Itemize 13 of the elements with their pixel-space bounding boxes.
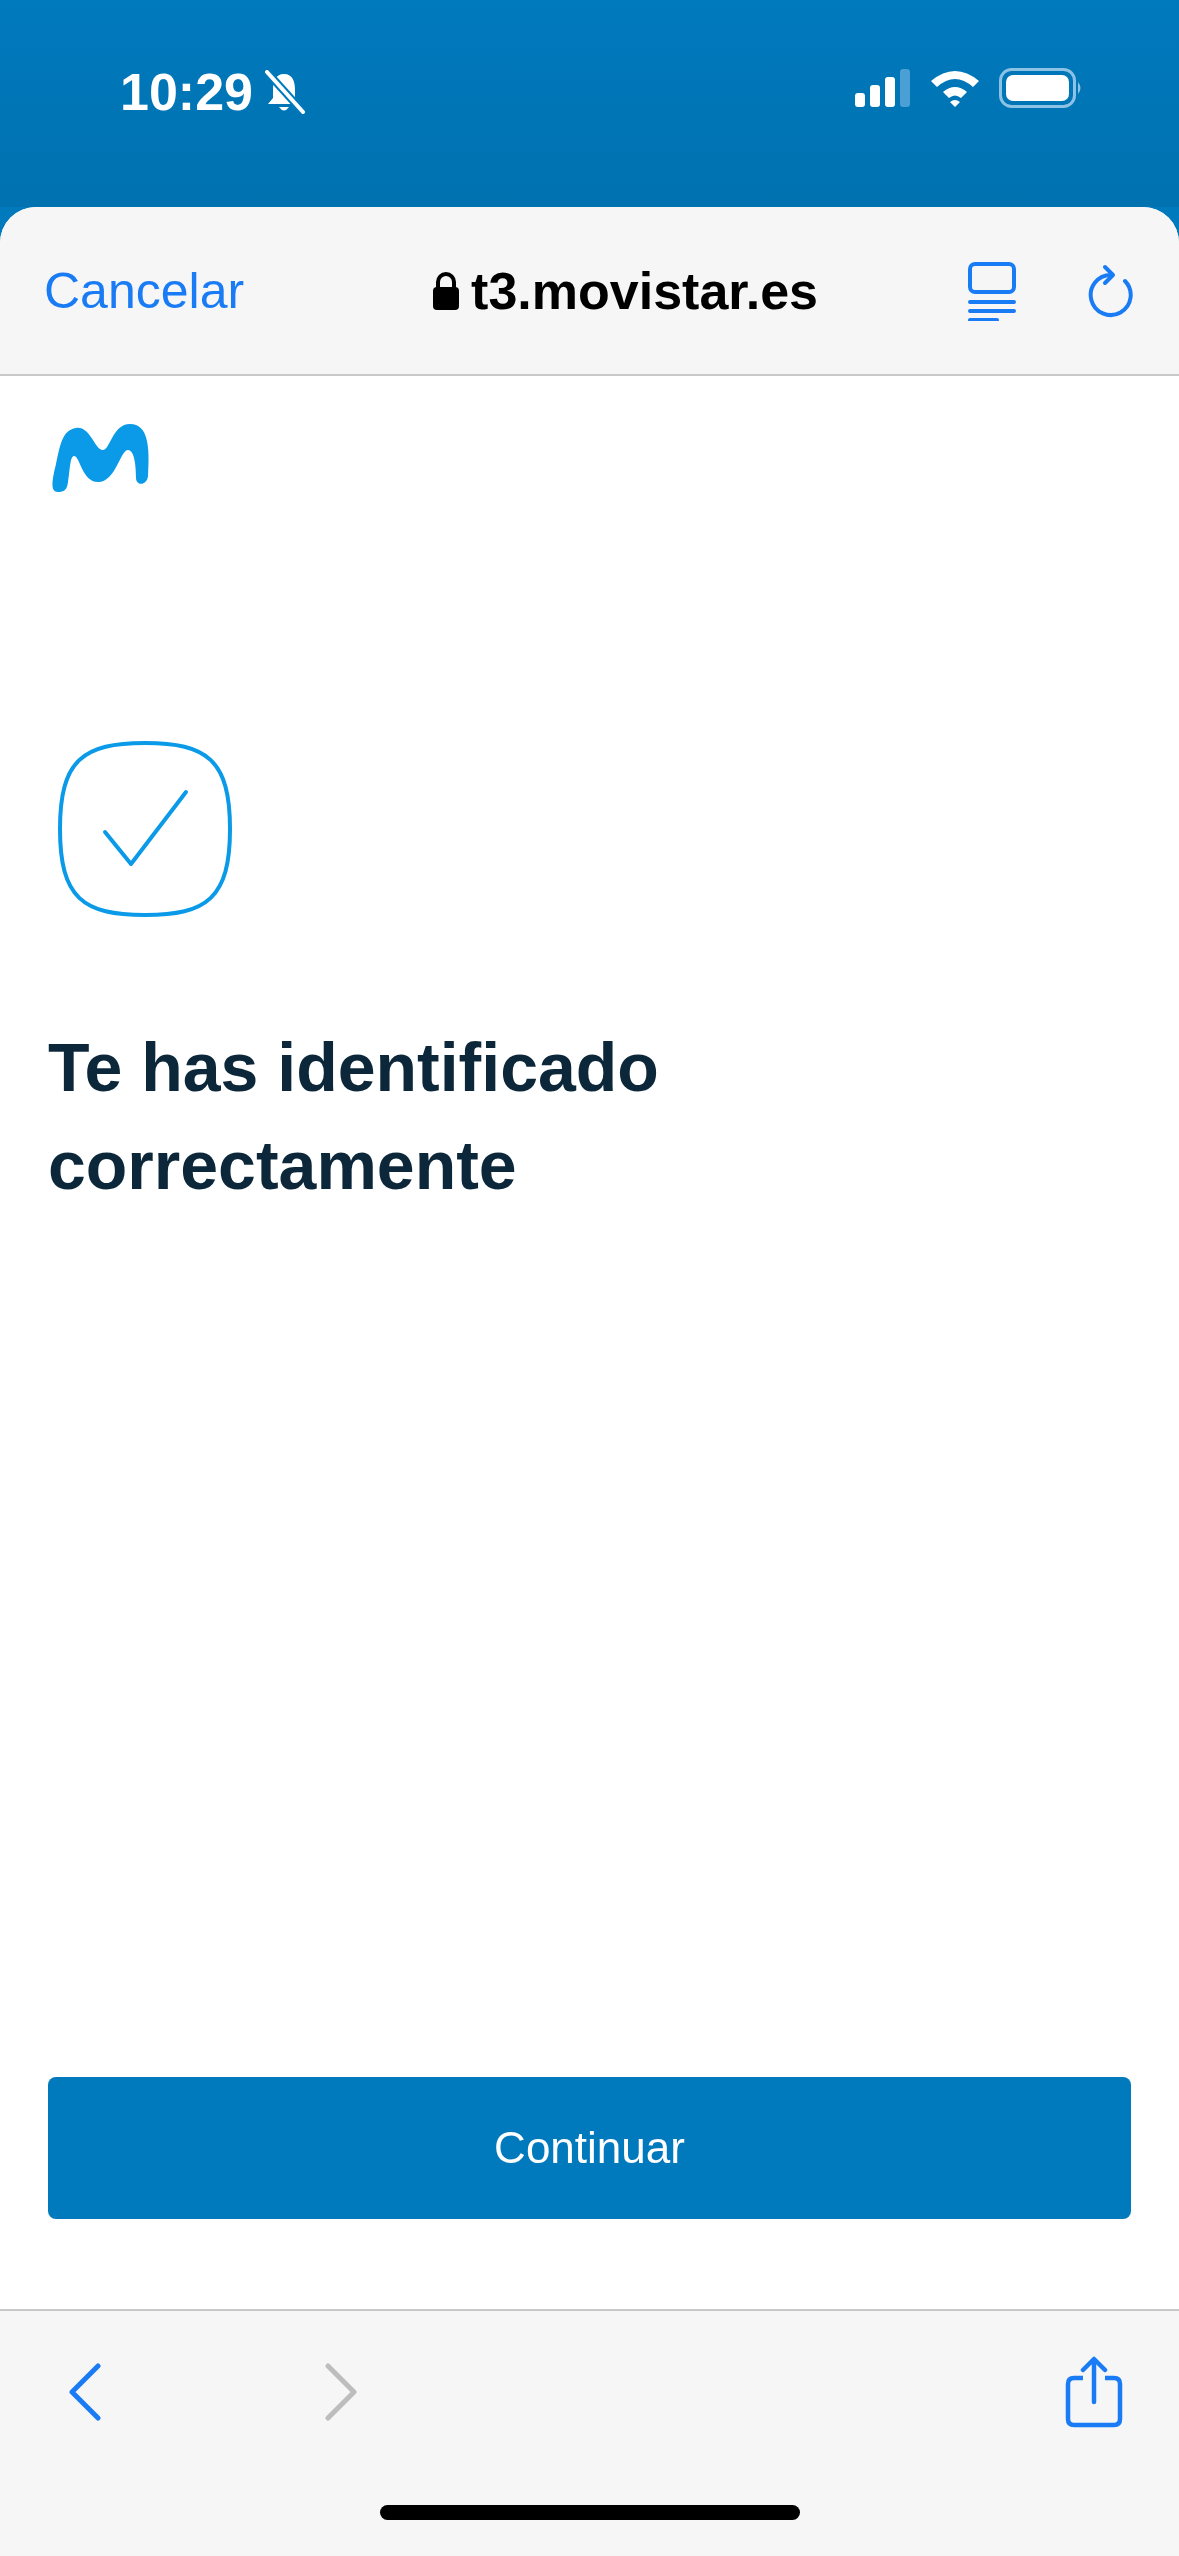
success-heading: Te has identificado correctamente — [48, 1028, 660, 1205]
back-icon[interactable] — [68, 2363, 102, 2421]
wifi-icon — [929, 69, 981, 107]
reader-icon[interactable] — [967, 260, 1017, 321]
signal-icon — [855, 69, 911, 107]
reload-icon[interactable] — [1087, 262, 1135, 319]
cancel-button[interactable]: Cancelar — [44, 261, 245, 320]
success-check-icon — [57, 740, 233, 918]
share-icon[interactable] — [1065, 2356, 1123, 2428]
battery-icon — [999, 68, 1083, 108]
continue-button[interactable]: Continuar — [48, 2077, 1131, 2219]
status-time: 10:29 — [120, 62, 253, 122]
url-text: t3.movistar.es — [471, 260, 818, 321]
